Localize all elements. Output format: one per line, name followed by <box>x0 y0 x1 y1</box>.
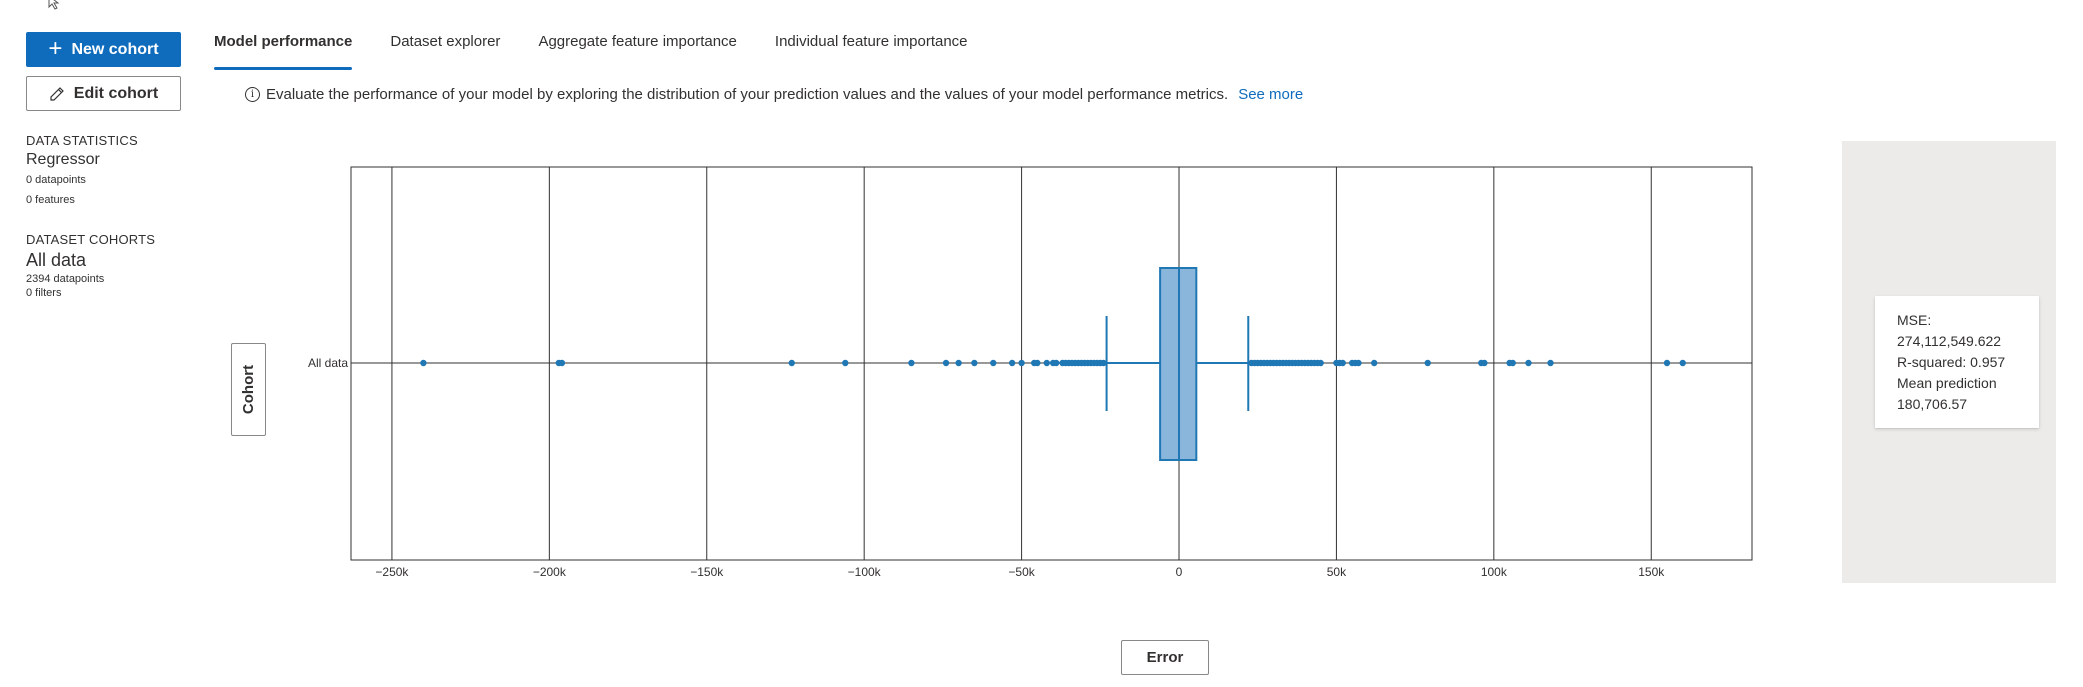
outlier-point <box>1034 359 1041 367</box>
mean-prediction-label: Mean prediction <box>1897 375 1997 391</box>
error-axis-label: Error <box>1146 649 1184 666</box>
cohort-axis-label: Cohort <box>240 364 257 415</box>
outlier-point <box>908 359 915 367</box>
outlier-point <box>1043 359 1050 367</box>
outlier-point <box>420 359 427 367</box>
outlier-point <box>1525 359 1532 367</box>
x-tick-label: 50k <box>1327 565 1347 579</box>
outlier-point <box>1355 359 1362 367</box>
metrics-card: MSE: 274,112,549.622 R-squared: 0.957 Me… <box>1875 296 2039 428</box>
outlier-point <box>971 359 978 367</box>
outlier-point <box>1663 359 1671 367</box>
outlier-point <box>1509 359 1516 367</box>
x-tick-label: −150k <box>690 565 724 579</box>
box-plot-chart: −250k −200k −150k −100k −50k 0 50k 100k 150k All … <box>308 166 1753 579</box>
outlier-point <box>942 359 950 367</box>
x-tick-label: −250k <box>375 565 409 579</box>
y-tick-label: All data <box>308 356 348 370</box>
outlier-point <box>1339 359 1346 367</box>
outlier-point <box>788 359 795 367</box>
outlier-point <box>558 359 566 367</box>
outlier-point <box>842 359 849 367</box>
outlier-point <box>1424 359 1431 367</box>
outlier-point <box>1018 359 1025 367</box>
r-squared: R-squared: 0.957 <box>1897 354 2006 370</box>
mse-value: 274,112,549.622 <box>1897 333 2002 349</box>
mean-prediction-value: 180,706.57 <box>1897 396 1968 412</box>
x-tick-label: 100k <box>1481 565 1508 579</box>
x-tick-label: −50k <box>1008 565 1035 579</box>
box-plot-area: −250k −200k −150k −100k −50k 0 50k 100k 150k All … <box>0 0 2083 687</box>
error-axis-button[interactable]: Error <box>1121 640 1209 675</box>
mse-label: MSE: <box>1897 312 1932 328</box>
outlier-point <box>1679 359 1686 367</box>
outlier-point <box>1481 359 1488 367</box>
outlier-point <box>1100 359 1107 367</box>
outlier-point <box>1371 359 1378 367</box>
x-tick-label: −200k <box>533 565 567 579</box>
outlier-point <box>955 359 962 367</box>
x-tick-label: −100k <box>848 565 882 579</box>
outlier-point <box>1008 359 1016 367</box>
outlier-point <box>990 359 997 367</box>
cohort-axis-button[interactable]: Cohort <box>231 343 266 436</box>
outlier-point <box>1547 359 1554 367</box>
outlier-point <box>1317 359 1324 367</box>
x-tick-label: 0 <box>1176 565 1183 579</box>
x-tick-label: 150k <box>1638 565 1665 579</box>
outlier-point <box>1053 359 1060 367</box>
